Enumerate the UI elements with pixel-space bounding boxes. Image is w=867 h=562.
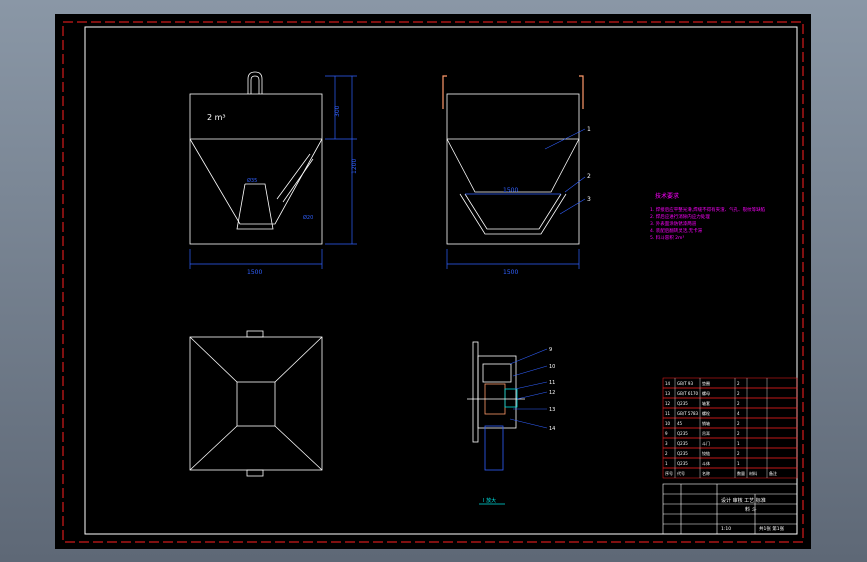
detail-caption: I 放大 <box>483 497 496 504</box>
dim-diag-a: Ø35 <box>247 177 257 184</box>
bom-cell: 斗门 <box>702 440 710 446</box>
tech-note-4: 4. 装配后翻转灵活,无卡滞 <box>650 227 703 234</box>
bom-cell: GB/T 6170 <box>677 391 699 396</box>
bom-cell: 2 <box>737 381 740 386</box>
bom-cell: 材料 <box>749 470 757 476</box>
title-company: 设计 审核 工艺 标准 <box>721 497 766 504</box>
tech-notes-title: 技术要求 <box>655 192 679 200</box>
title-scale: 1:10 <box>721 526 731 532</box>
balloon-10: 10 <box>549 364 555 370</box>
balloon-13: 13 <box>549 407 555 413</box>
bom-cell: 铰链 <box>702 450 710 456</box>
bom-cell: 数量 <box>737 470 745 476</box>
bom-cell: 吊耳 <box>702 431 710 436</box>
balloon-1: 1 <box>587 126 591 133</box>
bom-cell: Q235 <box>677 461 688 466</box>
bom-cell: Q235 <box>677 431 688 436</box>
bom-cell: 14 <box>665 381 671 386</box>
balloon-14: 14 <box>549 426 555 432</box>
bom-cell: 2 <box>737 431 740 436</box>
tech-note-1: 1. 焊接后应平整光滑,焊缝不得有夹渣、气孔、裂纹等缺陷 <box>650 206 766 213</box>
bom-cell: 12 <box>665 401 671 406</box>
bom-cell: 轴套 <box>702 400 710 406</box>
title-sheet: 共1张 第1张 <box>759 525 785 532</box>
tech-note-3: 3. 外表面涂防锈漆两道 <box>650 220 697 227</box>
front-dimensions <box>189 75 357 269</box>
bom-row <box>662 417 798 429</box>
bom-cell: 3 <box>665 441 668 446</box>
bom-cell: 4 <box>737 411 740 416</box>
top-view <box>189 330 323 477</box>
title-name: 料 斗 <box>745 506 757 513</box>
bom-cell: 13 <box>665 391 671 396</box>
bom-cell: 斗体 <box>702 460 710 466</box>
bom-cell: Q235 <box>677 441 688 446</box>
bom-cell: 2 <box>737 421 740 426</box>
bom-cell: 2 <box>737 391 740 396</box>
detail-leaders <box>509 348 548 429</box>
bom-cell: GB/T 5783 <box>677 411 699 416</box>
bom-cell: Q235 <box>677 451 688 456</box>
outer-border <box>62 21 804 543</box>
side-handles <box>442 75 584 109</box>
bom-cell: 11 <box>665 411 671 416</box>
bom-cell: 垫圈 <box>702 380 710 386</box>
bom-cell: GB/T 93 <box>677 381 693 386</box>
bom-cell: Q235 <box>677 401 688 406</box>
bom-cell: 名称 <box>702 470 710 476</box>
bom-cell: 代号 <box>677 470 685 476</box>
drawing-sheet: 2 m³ 1500 300 1200 Ø35 Ø20 1500 1500 1 2… <box>55 14 811 549</box>
balloon-3: 3 <box>587 196 591 203</box>
side-view <box>446 93 580 245</box>
bom-cell: 9 <box>665 431 668 436</box>
bom-cell: 螺栓 <box>702 410 710 416</box>
bom-cell: 10 <box>665 421 671 426</box>
dim-upper-height: 300 <box>334 105 341 117</box>
bom-cell: 2 <box>665 451 668 456</box>
volume-label: 2 m³ <box>207 113 226 122</box>
bom-cell: 销轴 <box>702 420 710 426</box>
app-window: 2 m³ 1500 300 1200 Ø35 Ø20 1500 1500 1 2… <box>0 0 867 562</box>
balloon-11: 11 <box>549 380 555 386</box>
bom-cell: 1 <box>737 461 740 466</box>
bom-cell: 螺母 <box>702 390 710 396</box>
tech-notes: 技术要求 1. 焊接后应平整光滑,焊缝不得有夹渣、气孔、裂纹等缺陷 2. 焊后应… <box>650 192 766 241</box>
dim-front-width: 1500 <box>247 269 262 276</box>
bom-cell: 序号 <box>665 470 673 476</box>
dim-inner-span: 1500 <box>503 187 518 194</box>
dim-side-width: 1500 <box>503 269 518 276</box>
cad-canvas[interactable]: 2 m³ 1500 300 1200 Ø35 Ø20 1500 1500 1 2… <box>55 14 811 549</box>
balloon-9: 9 <box>549 347 552 353</box>
tech-note-2: 2. 焊后应进行消除内应力处理 <box>650 213 710 220</box>
tech-note-5: 5. 料斗容积 2m³ <box>650 234 684 241</box>
bom-cell: 45 <box>677 421 683 426</box>
bom-cell: 2 <box>737 401 740 406</box>
bom-cell: 1 <box>665 461 668 466</box>
bom-table: 14 GB/T 93 垫圈 213 GB/T 6170 螺母 212 Q235 轴套 211 GB/… <box>662 377 798 479</box>
dim-diag-b: Ø20 <box>303 214 313 221</box>
bom-cell: 1 <box>737 441 740 446</box>
bom-cell: 备注 <box>769 470 777 476</box>
dim-total-height: 1200 <box>351 159 358 174</box>
balloon-2: 2 <box>587 173 591 180</box>
balloon-12: 12 <box>549 390 555 396</box>
bom-cell: 2 <box>737 451 740 456</box>
